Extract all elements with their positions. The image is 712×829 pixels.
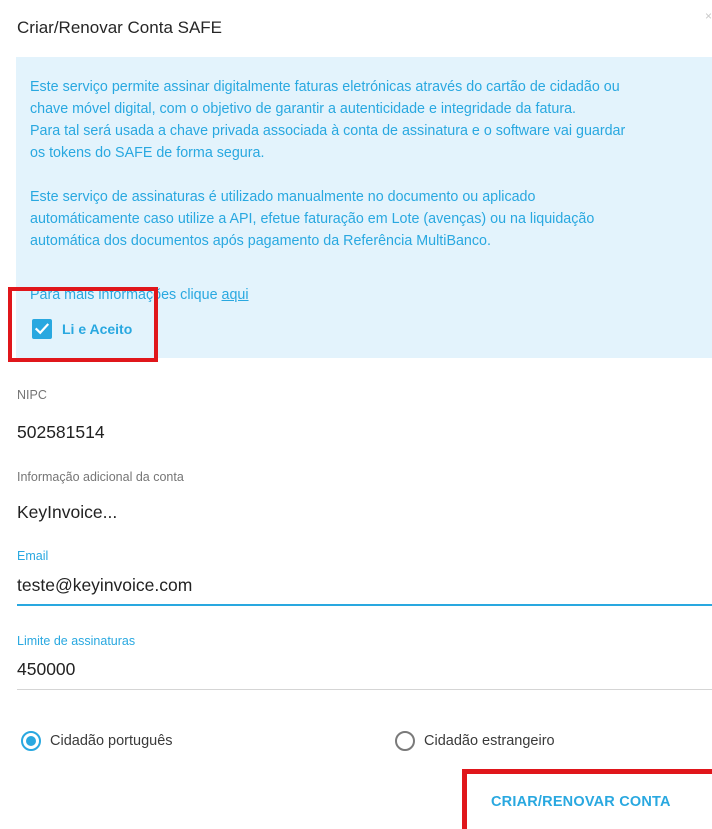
radio-portuguese-citizen[interactable]: Cidadão português xyxy=(21,731,173,751)
highlight-box xyxy=(8,287,158,362)
signature-limit-underline xyxy=(17,689,712,690)
radio-foreign-label: Cidadão estrangeiro xyxy=(424,733,555,749)
highlight-box-top xyxy=(462,769,712,774)
info-line: os tokens do SAFE de forma segura. xyxy=(30,145,265,161)
info-line: Este serviço permite assinar digitalment… xyxy=(30,79,620,95)
dialog-title: Criar/Renovar Conta SAFE xyxy=(17,18,223,37)
close-icon[interactable]: × xyxy=(705,9,712,23)
info-description: Este serviço permite assinar digitalment… xyxy=(30,76,710,252)
signature-limit-label: Limite de assinaturas xyxy=(17,634,136,648)
radio-checked-icon[interactable] xyxy=(21,731,41,751)
additional-info-value: KeyInvoice... xyxy=(17,502,118,522)
email-label: Email xyxy=(17,549,49,563)
email-underline xyxy=(17,604,712,606)
email-field[interactable]: teste@keyinvoice.com xyxy=(17,575,192,596)
radio-foreign-citizen[interactable]: Cidadão estrangeiro xyxy=(395,731,555,751)
info-line: Este serviço de assinaturas é utilizado … xyxy=(30,189,536,205)
info-line: chave móvel digital, com o objetivo de g… xyxy=(30,101,577,117)
nipc-label: NIPC xyxy=(17,388,47,402)
radio-portuguese-label: Cidadão português xyxy=(50,733,173,749)
info-line: automática dos documentos após pagamento… xyxy=(30,233,491,249)
radio-unchecked-icon[interactable] xyxy=(395,731,415,751)
info-line: automáticamente caso utilize a API, efet… xyxy=(30,211,595,227)
more-info-link[interactable]: aqui xyxy=(222,287,249,303)
additional-info-label: Informação adicional da conta xyxy=(17,470,184,484)
highlight-box-left xyxy=(462,769,467,829)
signature-limit-field[interactable]: 450000 xyxy=(17,659,75,680)
info-line: Para tal será usada a chave privada asso… xyxy=(30,123,626,139)
nipc-value: 502581514 xyxy=(17,422,105,442)
create-renew-account-button[interactable]: CRIAR/RENOVAR CONTA xyxy=(491,794,671,810)
